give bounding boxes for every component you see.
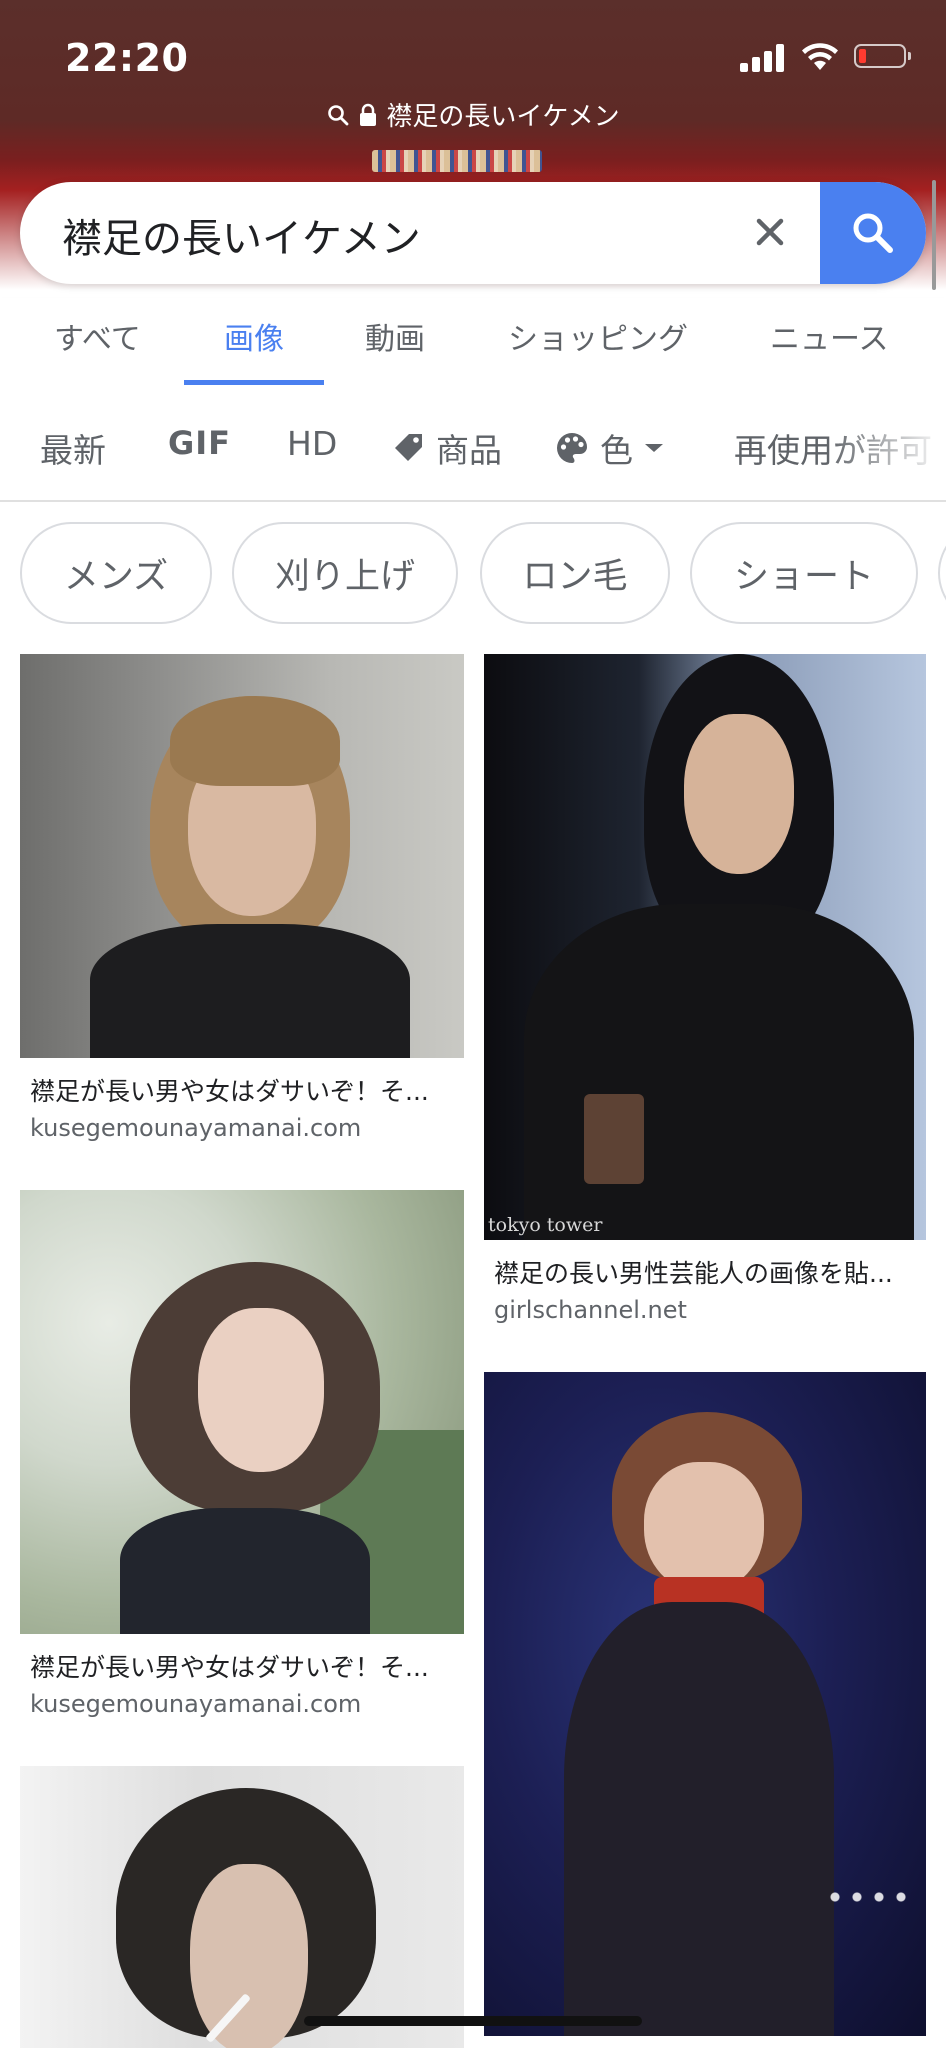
chevron-down-icon — [645, 444, 663, 452]
filter-latest[interactable]: 最新 — [40, 424, 106, 472]
filter-color-label: 色 — [600, 431, 633, 470]
search-button[interactable] — [820, 182, 926, 284]
tab-videos[interactable]: 動画 — [365, 314, 425, 358]
status-time: 22:20 — [65, 36, 189, 80]
result-thumbnail[interactable] — [484, 1372, 926, 2036]
search-icon — [853, 213, 893, 253]
filter-hd-label: HD — [287, 424, 338, 463]
home-indicator[interactable] — [304, 2016, 642, 2026]
result-caption: 襟足が長い男や女はダサいぞ！そ... — [30, 1653, 429, 1682]
palette-icon — [557, 433, 587, 463]
lock-icon — [360, 103, 377, 126]
search-tabs: すべて 画像 動画 ショッピング ニュース — [0, 298, 946, 387]
tab-news[interactable]: ニュース — [770, 314, 889, 358]
filter-hd[interactable]: HD — [287, 424, 337, 463]
signal-icon — [740, 42, 786, 72]
result-source: kusegemounayamanai.com — [30, 1114, 362, 1142]
close-icon[interactable] — [738, 200, 802, 264]
battery-low-icon — [854, 44, 911, 68]
related-chips: メンズ 刈り上げ ロン毛 ショート — [0, 522, 946, 628]
chip-short[interactable]: ショート — [690, 522, 918, 624]
search-box[interactable]: 襟足の長いイケメン — [20, 182, 926, 284]
tab-images[interactable]: 画像 — [224, 314, 284, 358]
image-result[interactable] — [20, 1766, 464, 2048]
filter-fade — [826, 386, 946, 500]
image-result[interactable]: tokyo tower 襟足の長い男性芸能人の画像を貼... girlschan… — [484, 654, 926, 1328]
chip-mens[interactable]: メンズ — [20, 522, 212, 624]
image-result[interactable] — [484, 1372, 926, 2036]
result-source: kusegemounayamanai.com — [30, 1690, 362, 1718]
chip-more[interactable] — [938, 522, 946, 624]
result-thumbnail[interactable]: tokyo tower — [484, 654, 926, 1240]
wifi-icon — [802, 43, 838, 70]
search-icon — [328, 104, 349, 125]
image-result[interactable]: 襟足が長い男や女はダサいぞ！そ... kusegemounayamanai.co… — [20, 1190, 464, 1718]
url-text: 襟足の長いイケメン — [386, 102, 620, 132]
result-source: girlschannel.net — [494, 1296, 687, 1324]
filter-products-label: 商品 — [436, 431, 502, 470]
filter-gif[interactable]: GIF — [168, 424, 231, 462]
result-caption: 襟足の長い男性芸能人の画像を貼... — [494, 1259, 893, 1288]
filter-color[interactable]: 色 — [554, 424, 665, 472]
search-input[interactable]: 襟足の長いイケメン — [62, 206, 421, 264]
result-thumbnail[interactable] — [20, 1190, 464, 1634]
result-thumbnail[interactable] — [20, 654, 464, 1058]
chip-long-hair[interactable]: ロン毛 — [480, 522, 670, 624]
tag-icon — [395, 434, 422, 461]
filter-gif-label: GIF — [168, 424, 232, 462]
result-caption: 襟足が長い男や女はダサいぞ！そ... — [30, 1077, 429, 1106]
chip-undercut[interactable]: 刈り上げ — [232, 522, 458, 624]
filter-products[interactable]: 商品 — [392, 424, 502, 472]
filter-latest-label: 最新 — [40, 431, 106, 470]
active-tab-indicator — [184, 380, 324, 385]
filter-bar: 最新 GIF HD 商品 色 再使用が許可 — [0, 386, 946, 502]
scrollbar[interactable] — [932, 180, 936, 290]
url-bar[interactable]: 襟足の長いイケメン — [0, 96, 946, 138]
tab-shopping[interactable]: ショッピング — [508, 314, 688, 358]
thumbnail-watermark: tokyo tower — [488, 1214, 603, 1236]
status-icons — [740, 42, 911, 76]
image-result[interactable]: 襟足が長い男や女はダサいぞ！そ... kusegemounayamanai.co… — [20, 654, 464, 1144]
tab-all[interactable]: すべて — [54, 314, 141, 358]
result-thumbnail[interactable] — [20, 1766, 464, 2048]
header-banner-image — [372, 150, 542, 172]
